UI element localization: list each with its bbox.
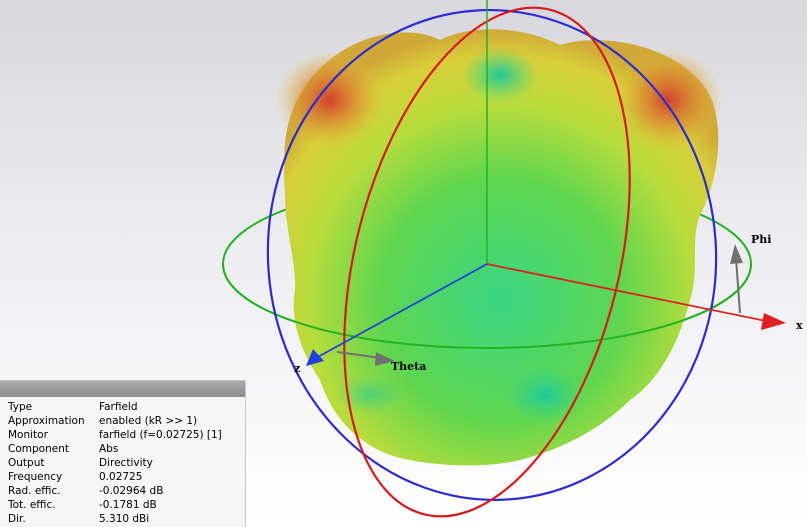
info-key: Tot. effic. <box>8 499 56 511</box>
info-value: farfield (f=0.02725) [1] <box>99 429 222 441</box>
info-key: Type <box>8 401 33 413</box>
theta-label: Theta <box>391 360 426 373</box>
info-row-type: Type Farfield <box>8 400 222 414</box>
phi-label: Phi <box>751 233 771 246</box>
info-row-approximation: Approximation enabled (kR >> 1) <box>8 414 222 428</box>
phi-arrow-head <box>730 244 743 264</box>
info-value: enabled (kR >> 1) <box>99 415 198 427</box>
info-key: Rad. effic. <box>8 485 61 497</box>
info-key: Monitor <box>8 429 48 441</box>
radiation-pattern <box>275 29 723 466</box>
info-panel-title-bar <box>0 381 245 397</box>
info-row-output: Output Directivity <box>8 456 222 470</box>
info-row-tot-effic: Tot. effic. -0.1781 dB <box>8 498 222 512</box>
info-row-dir: Dir. 5.310 dBi <box>8 512 222 526</box>
z-axis-label: z <box>294 362 300 375</box>
farfield-info-panel: Type Farfield Approximation enabled (kR … <box>0 380 246 527</box>
info-row-component: Component Abs <box>8 442 222 456</box>
info-value: Directivity <box>99 457 153 469</box>
info-table: Type Farfield Approximation enabled (kR … <box>8 400 222 526</box>
info-key: Dir. <box>8 513 26 525</box>
x-axis-arrow <box>761 313 786 330</box>
info-key: Component <box>8 443 69 455</box>
info-value: Abs <box>99 443 119 455</box>
info-key: Approximation <box>8 415 85 427</box>
info-key: Output <box>8 457 45 469</box>
info-row-frequency: Frequency 0.02725 <box>8 470 222 484</box>
info-value: -0.02964 dB <box>99 485 164 497</box>
phi-arrow-shaft <box>735 257 741 314</box>
info-value: 5.310 dBi <box>99 513 150 525</box>
info-value: 0.02725 <box>99 471 143 483</box>
info-row-rad-effic: Rad. effic. -0.02964 dB <box>8 484 222 498</box>
info-value: -0.1781 dB <box>99 499 157 511</box>
info-value: Farfield <box>99 401 138 413</box>
x-axis-label: x <box>796 319 803 332</box>
info-key: Frequency <box>8 471 63 483</box>
info-row-monitor: Monitor farfield (f=0.02725) [1] <box>8 428 222 442</box>
